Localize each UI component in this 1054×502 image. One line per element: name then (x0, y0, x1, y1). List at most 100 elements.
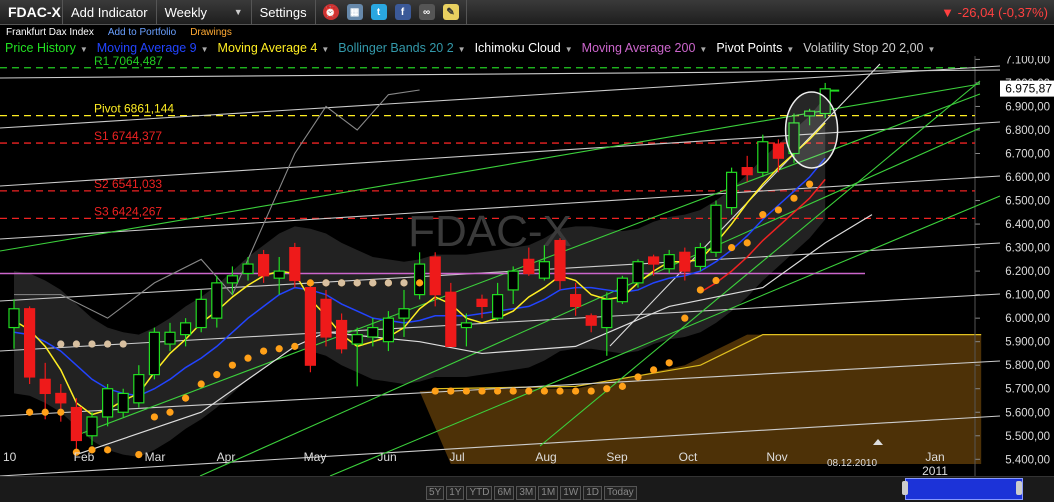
volatility-stop-dot (26, 408, 34, 416)
note-icon[interactable]: ✎ (442, 4, 459, 20)
legend-label: Moving Average 200 (581, 41, 696, 55)
volatility-stop-dot (260, 347, 268, 355)
alarm-clock-icon[interactable]: ⏰ (322, 4, 339, 20)
navigator-left-handle[interactable] (902, 481, 908, 495)
candle-body (117, 392, 129, 413)
x-tick-label: Jun (377, 450, 396, 464)
date-marker-label: 08.12.2010 (827, 458, 877, 469)
chevron-down-icon: ▼ (927, 45, 936, 54)
period-3m[interactable]: 3M (516, 486, 537, 500)
legend-label: Volatility Stop 20 2,00 (803, 41, 924, 55)
drawings-link[interactable]: Drawings (190, 27, 232, 38)
period-6m[interactable]: 6M (494, 486, 515, 500)
candle-body (351, 334, 363, 345)
twitter-icon[interactable]: t (370, 4, 387, 20)
pivot-label: Pivot 6861,144 (94, 102, 174, 116)
period-1d[interactable]: 1D (583, 486, 602, 500)
y-tick-label: 6.900,00 (1005, 101, 1050, 113)
subbar: Frankfurt Dax Index Add to Portfolio Dra… (0, 25, 1054, 39)
candle-body (679, 251, 691, 272)
legend-item-moving-average-4[interactable]: Moving Average 4 ▼ (218, 41, 330, 55)
period-1y[interactable]: 1Y (446, 486, 465, 500)
candle-body (554, 239, 566, 282)
candle-body (694, 246, 707, 268)
period-today[interactable]: Today (603, 486, 637, 500)
chevron-down-icon: ▼ (79, 45, 88, 54)
candle-body (725, 171, 738, 209)
candle-body (382, 317, 394, 343)
candle-body (647, 256, 660, 265)
candle-body (585, 315, 597, 326)
legend-item-ichimoku-cloud[interactable]: Ichimoku Cloud ▼ (475, 41, 573, 55)
navigator-right-handle[interactable] (1016, 481, 1022, 495)
volatility-stop-dot (540, 387, 549, 395)
y-tick-label: 6.800,00 (1005, 125, 1050, 137)
candle-body (8, 308, 20, 329)
volatility-stop-dot (150, 413, 158, 421)
candle-body (226, 275, 238, 284)
print-icon[interactable]: ▦ (346, 4, 363, 20)
legend-item-moving-average-200[interactable]: Moving Average 200 ▼ (582, 41, 708, 55)
volatility-stop-dot (57, 408, 65, 416)
x-tick-label: Mar (145, 450, 166, 464)
x-tick-label: 10 (3, 450, 17, 464)
volatility-stop-dot (104, 446, 112, 454)
toolbar-icon-group: ⏰ ▦ t f ∞ ✎ (316, 0, 467, 24)
x-tick-label: Aug (535, 450, 556, 464)
chevron-down-icon: ▼ (786, 45, 795, 54)
candle-body (24, 308, 36, 378)
candle-body (538, 261, 551, 279)
stop-dot-tan (72, 340, 80, 348)
stop-dot-tan (119, 340, 127, 348)
x-tick-label: Sep (606, 450, 628, 464)
legend-item-pivot-points[interactable]: Pivot Points ▼ (716, 41, 794, 55)
chevron-down-icon: ▼ (457, 45, 466, 54)
stop-dot-tan (322, 279, 330, 287)
navigator-window[interactable] (905, 478, 1023, 500)
volatility-stop-dot (665, 359, 673, 367)
volatility-stop-dot (790, 194, 798, 202)
candle-body (195, 298, 207, 329)
binoculars-icon[interactable]: ∞ (418, 4, 435, 20)
volatility-stop-dot (228, 361, 236, 369)
indicator-legend: Price History ▼ Moving Average 9 ▼ Moving Av… (0, 40, 939, 56)
toolbar: FDAC-X Add Indicator Weekly ▼ Settings ⏰… (0, 0, 1054, 25)
x-tick-label: Apr (217, 450, 236, 464)
candle-body (211, 282, 223, 319)
legend-item-moving-average-9[interactable]: Moving Average 9 ▼ (97, 41, 209, 55)
price-change-value: -26,04 (-0,37%) (957, 4, 1048, 20)
y-tick-label: 6.400,00 (1005, 219, 1050, 231)
legend-item-price-history[interactable]: Price History ▼ (5, 41, 88, 55)
y-tick-label: 6.100,00 (1005, 290, 1050, 302)
stop-dot-tan (369, 279, 377, 287)
period-1m[interactable]: 1M (538, 486, 559, 500)
candle-body (741, 167, 753, 176)
candle-body (460, 322, 472, 329)
volatility-stop-dot (494, 387, 502, 395)
y-tick-label: 5.400,00 (1005, 454, 1050, 466)
volatility-stop-dot (478, 387, 486, 395)
legend-item-volatility-stop-20-2-00[interactable]: Volatility Stop 20 2,00 ▼ (803, 41, 935, 55)
candle-body (55, 392, 67, 404)
volatility-stop-dot (213, 371, 221, 379)
facebook-icon[interactable]: f (394, 4, 411, 20)
period-1w[interactable]: 1W (560, 486, 582, 500)
settings-button[interactable]: Settings (252, 0, 316, 24)
symbol-input[interactable]: FDAC-X (0, 0, 63, 24)
volatility-stop-dot (244, 354, 252, 362)
add-indicator-button[interactable]: Add Indicator (63, 0, 157, 24)
x-tick-label: May (304, 450, 327, 464)
legend-label: Moving Average 9 (96, 41, 197, 55)
candle-body (772, 143, 785, 159)
legend-item-bollinger-bands-20-2[interactable]: Bollinger Bands 20 2 ▼ (338, 41, 465, 55)
period-5y[interactable]: 5Y (426, 486, 445, 500)
volatility-stop-dot (462, 387, 470, 395)
y-tick-label: 6.200,00 (1005, 266, 1050, 278)
period-ytd[interactable]: YTD (466, 486, 493, 500)
interval-select[interactable]: Weekly ▼ (157, 0, 252, 24)
volatility-stop-dot (182, 394, 190, 402)
add-to-portfolio-link[interactable]: Add to Portfolio (108, 27, 176, 38)
stop-dot-tan (353, 279, 361, 287)
volatility-stop-dot (556, 387, 564, 395)
price-chart[interactable]: 5.400,00 5.500,00 5.600,00 5.700,00 5.800,00… (0, 56, 1054, 476)
